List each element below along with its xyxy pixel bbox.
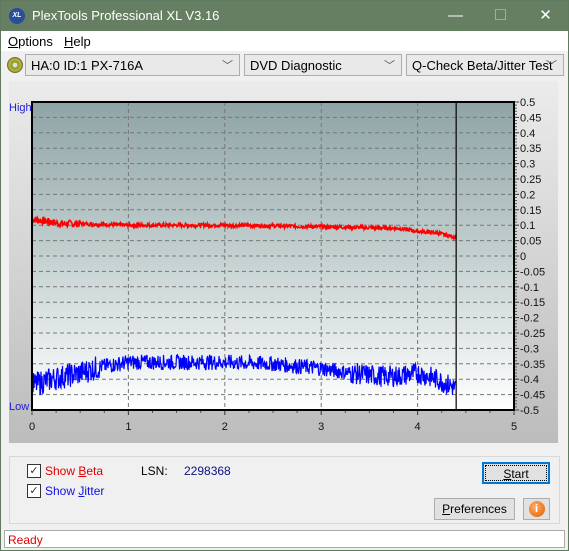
y-tick-label: -0.35 bbox=[520, 359, 545, 371]
y-tick-label: 0.4 bbox=[520, 128, 535, 140]
y-tick-label: 0.35 bbox=[520, 143, 541, 155]
y-tick-label: -0.5 bbox=[520, 405, 539, 417]
y-tick-label: -0.2 bbox=[520, 313, 539, 325]
show-beta-label[interactable]: Show Beta bbox=[45, 464, 103, 478]
y-tick-label: 0 bbox=[520, 251, 526, 263]
y-tick-label: 0.15 bbox=[520, 205, 541, 217]
status-bar: Ready bbox=[4, 530, 565, 548]
app-window: XL PlexTools Professional XL V3.16 — ☐ ✕… bbox=[0, 0, 569, 551]
beta-jitter-chart: 0.5 0.45 0.4 0.35 0.3 0.25 0.2 0.15 0.1 0.05 0 -0.0… bbox=[29, 97, 545, 433]
preferences-button[interactable]: Preferences bbox=[434, 498, 515, 520]
y-tick-label: 0.5 bbox=[520, 97, 535, 109]
show-beta-checkbox[interactable]: ✓ bbox=[27, 464, 41, 478]
y-tick-label: -0.05 bbox=[520, 266, 545, 278]
y-tick-label: -0.45 bbox=[520, 390, 545, 402]
x-tick-label: 0 bbox=[29, 421, 35, 433]
show-jitter-label[interactable]: Show Jitter bbox=[45, 484, 104, 498]
y-tick-label: 0.05 bbox=[520, 236, 541, 248]
x-tick-label: 5 bbox=[511, 421, 517, 433]
y-tick-label: 0.2 bbox=[520, 189, 535, 201]
x-tick-label: 2 bbox=[222, 421, 228, 433]
x-tick-label: 1 bbox=[125, 421, 131, 433]
y-tick-label: -0.25 bbox=[520, 328, 545, 340]
lsn-value: 2298368 bbox=[184, 464, 231, 478]
x-tick-label: 3 bbox=[318, 421, 324, 433]
y-tick-label: 0.3 bbox=[520, 159, 535, 171]
y-tick-label: -0.3 bbox=[520, 343, 539, 355]
x-tick-label: 4 bbox=[415, 421, 421, 433]
y-tick-label: -0.15 bbox=[520, 297, 545, 309]
start-button[interactable]: Start bbox=[482, 462, 550, 484]
lsn-label: LSN: bbox=[141, 464, 168, 478]
info-button[interactable]: i bbox=[523, 498, 550, 520]
show-jitter-checkbox[interactable]: ✓ bbox=[27, 484, 41, 498]
y-tick-label: 0.1 bbox=[520, 220, 535, 232]
y-tick-label: 0.45 bbox=[520, 112, 541, 124]
y-tick-label: 0.25 bbox=[520, 174, 541, 186]
y-tick-label: -0.4 bbox=[520, 374, 539, 386]
y-tick-label: -0.1 bbox=[520, 282, 539, 294]
info-icon: i bbox=[528, 501, 545, 517]
